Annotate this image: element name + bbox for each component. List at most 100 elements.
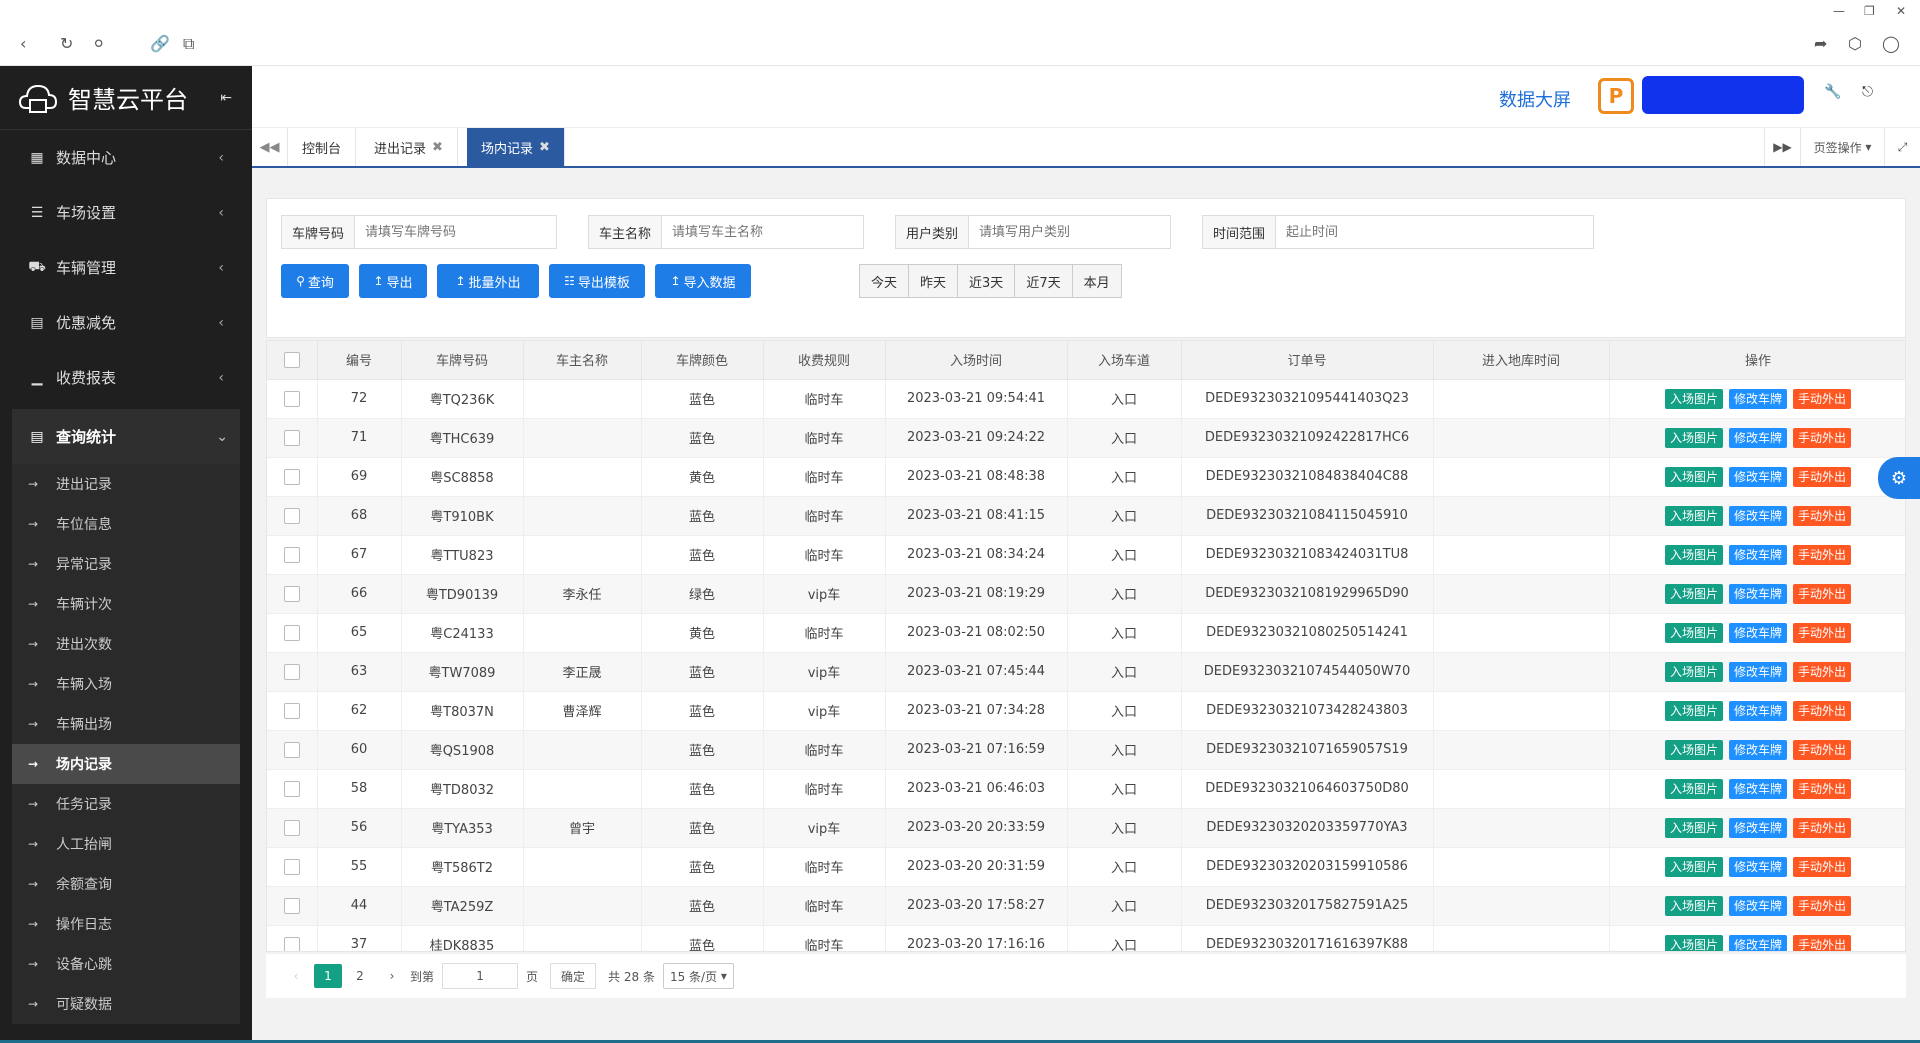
range-yesterday-button[interactable]: 昨天 [909, 265, 959, 297]
owner-name-input[interactable] [662, 216, 863, 248]
entry-photo-button[interactable]: 入场图片 [1664, 817, 1723, 838]
edit-plate-button[interactable]: 修改车牌 [1728, 661, 1787, 682]
settings-gear-icon[interactable]: ⚙ [1878, 457, 1920, 499]
entry-photo-button[interactable]: 入场图片 [1664, 856, 1723, 877]
edit-plate-button[interactable]: 修改车牌 [1728, 388, 1787, 409]
fullscreen-icon[interactable]: ⤢ [1884, 128, 1920, 166]
logout-icon[interactable]: ⎋ [1862, 84, 1873, 100]
manual-exit-button[interactable]: 手动外出 [1793, 661, 1852, 682]
tab-next-icon[interactable]: ▶▶ [1764, 128, 1800, 166]
prev-page-icon[interactable]: ‹ [282, 964, 310, 988]
manual-exit-button[interactable]: 手动外出 [1793, 895, 1852, 916]
tab-in-out-records[interactable]: 进出记录 ✖ [360, 128, 458, 166]
time-range-input[interactable] [1276, 216, 1593, 248]
import-data-button[interactable]: ↥ 导入数据 [655, 264, 751, 298]
submenu-item-9[interactable]: → 人工抬闸 [12, 824, 240, 864]
row-checkbox[interactable] [283, 468, 300, 485]
tab-prev-icon[interactable]: ◀◀ [252, 128, 288, 166]
submenu-item-10[interactable]: → 余额查询 [12, 864, 240, 904]
manual-exit-button[interactable]: 手动外出 [1793, 388, 1852, 409]
back-icon[interactable]: ‹ [20, 34, 26, 54]
edit-plate-button[interactable]: 修改车牌 [1728, 700, 1787, 721]
sidebar-item-0[interactable]: ▦ 数据中心 ‹ [0, 130, 252, 185]
reload-icon[interactable]: ↻ [60, 34, 73, 54]
tab-inside-records[interactable]: 场内记录 ✖ [467, 128, 565, 166]
entry-photo-button[interactable]: 入场图片 [1664, 661, 1723, 682]
edit-plate-button[interactable]: 修改车牌 [1728, 817, 1787, 838]
edit-plate-button[interactable]: 修改车牌 [1728, 778, 1787, 799]
wrench-icon[interactable]: 🔧 [1824, 84, 1841, 100]
profile-icon[interactable]: ◯ [1882, 34, 1900, 54]
edit-plate-button[interactable]: 修改车牌 [1728, 622, 1787, 643]
edit-plate-button[interactable]: 修改车牌 [1728, 466, 1787, 487]
submenu-item-11[interactable]: → 操作日志 [12, 904, 240, 944]
export-button[interactable]: ↥ 导出 [359, 264, 427, 298]
column-header[interactable]: 进入地库时间 [1433, 341, 1610, 380]
column-header[interactable]: 编号 [317, 341, 402, 380]
row-checkbox[interactable] [283, 390, 300, 407]
edit-plate-button[interactable]: 修改车牌 [1728, 934, 1787, 951]
row-checkbox[interactable] [283, 585, 300, 602]
entry-photo-button[interactable]: 入场图片 [1664, 466, 1723, 487]
big-screen-link[interactable]: 数据大屏 [1499, 86, 1571, 112]
row-checkbox[interactable] [283, 819, 300, 836]
close-tab-icon[interactable]: ✖ [432, 140, 443, 155]
edit-plate-button[interactable]: 修改车牌 [1728, 505, 1787, 526]
row-checkbox[interactable] [283, 858, 300, 875]
manual-exit-button[interactable]: 手动外出 [1793, 544, 1852, 565]
submenu-item-13[interactable]: → 可疑数据 [12, 984, 240, 1024]
manual-exit-button[interactable]: 手动外出 [1793, 622, 1852, 643]
column-header[interactable]: 车主名称 [523, 341, 642, 380]
entry-photo-button[interactable]: 入场图片 [1664, 700, 1723, 721]
submenu-item-5[interactable]: → 车辆入场 [12, 664, 240, 704]
extension-icon[interactable]: ⧉ [183, 34, 194, 54]
row-checkbox[interactable] [283, 663, 300, 680]
edit-plate-button[interactable]: 修改车牌 [1728, 427, 1787, 448]
range-7days-button[interactable]: 近7天 [1015, 265, 1073, 297]
column-header[interactable]: 车牌号码 [401, 341, 524, 380]
close-window-icon[interactable]: ✕ [1896, 4, 1906, 18]
entry-photo-button[interactable]: 入场图片 [1664, 895, 1723, 916]
sidebar-item-4[interactable]: ▁ 收费报表 ‹ [0, 350, 252, 405]
row-checkbox[interactable] [283, 507, 300, 524]
row-checkbox[interactable] [283, 429, 300, 446]
select-all-checkbox[interactable] [283, 351, 300, 368]
range-3days-button[interactable]: 近3天 [958, 265, 1016, 297]
manual-exit-button[interactable]: 手动外出 [1793, 856, 1852, 877]
manual-exit-button[interactable]: 手动外出 [1793, 934, 1852, 951]
manual-exit-button[interactable]: 手动外出 [1793, 817, 1852, 838]
page-2-button[interactable]: 2 [346, 964, 374, 988]
globe-icon[interactable]: ⚪ [92, 34, 105, 54]
entry-photo-button[interactable]: 入场图片 [1664, 739, 1723, 760]
export-template-button[interactable]: ☷ 导出模板 [549, 264, 645, 298]
sidebar-item-2[interactable]: ⛟ 车辆管理 ‹ [0, 240, 252, 295]
edit-plate-button[interactable]: 修改车牌 [1728, 544, 1787, 565]
entry-photo-button[interactable]: 入场图片 [1664, 388, 1723, 409]
edit-plate-button[interactable]: 修改车牌 [1728, 739, 1787, 760]
page-1-button[interactable]: 1 [314, 964, 342, 988]
minimize-icon[interactable]: — [1833, 4, 1845, 18]
column-header[interactable]: 收费规则 [763, 341, 886, 380]
submenu-item-1[interactable]: → 车位信息 [12, 504, 240, 544]
entry-photo-button[interactable]: 入场图片 [1664, 778, 1723, 799]
menu-item-query-stats[interactable]: ▤ 查询统计 ⌄ [12, 409, 240, 464]
manual-exit-button[interactable]: 手动外出 [1793, 583, 1852, 604]
share-icon[interactable]: ➦ [1814, 34, 1827, 54]
user-type-input[interactable] [969, 216, 1170, 248]
column-header[interactable]: 订单号 [1181, 341, 1434, 380]
submenu-item-2[interactable]: → 异常记录 [12, 544, 240, 584]
column-header[interactable]: 操作 [1609, 341, 1905, 380]
link-icon[interactable]: 🔗 [150, 34, 170, 54]
entry-photo-button[interactable]: 入场图片 [1664, 505, 1723, 526]
submenu-item-0[interactable]: → 进出记录 [12, 464, 240, 504]
restore-icon[interactable]: ❐ [1864, 4, 1875, 18]
row-checkbox[interactable] [283, 741, 300, 758]
next-page-icon[interactable]: › [378, 964, 406, 988]
edit-plate-button[interactable]: 修改车牌 [1728, 856, 1787, 877]
tab-console[interactable]: 控制台 [288, 128, 357, 166]
entry-photo-button[interactable]: 入场图片 [1664, 622, 1723, 643]
entry-photo-button[interactable]: 入场图片 [1664, 583, 1723, 604]
column-header[interactable]: 入场时间 [885, 341, 1068, 380]
goto-page-input[interactable]: 1 [442, 963, 519, 989]
submenu-item-6[interactable]: → 车辆出场 [12, 704, 240, 744]
